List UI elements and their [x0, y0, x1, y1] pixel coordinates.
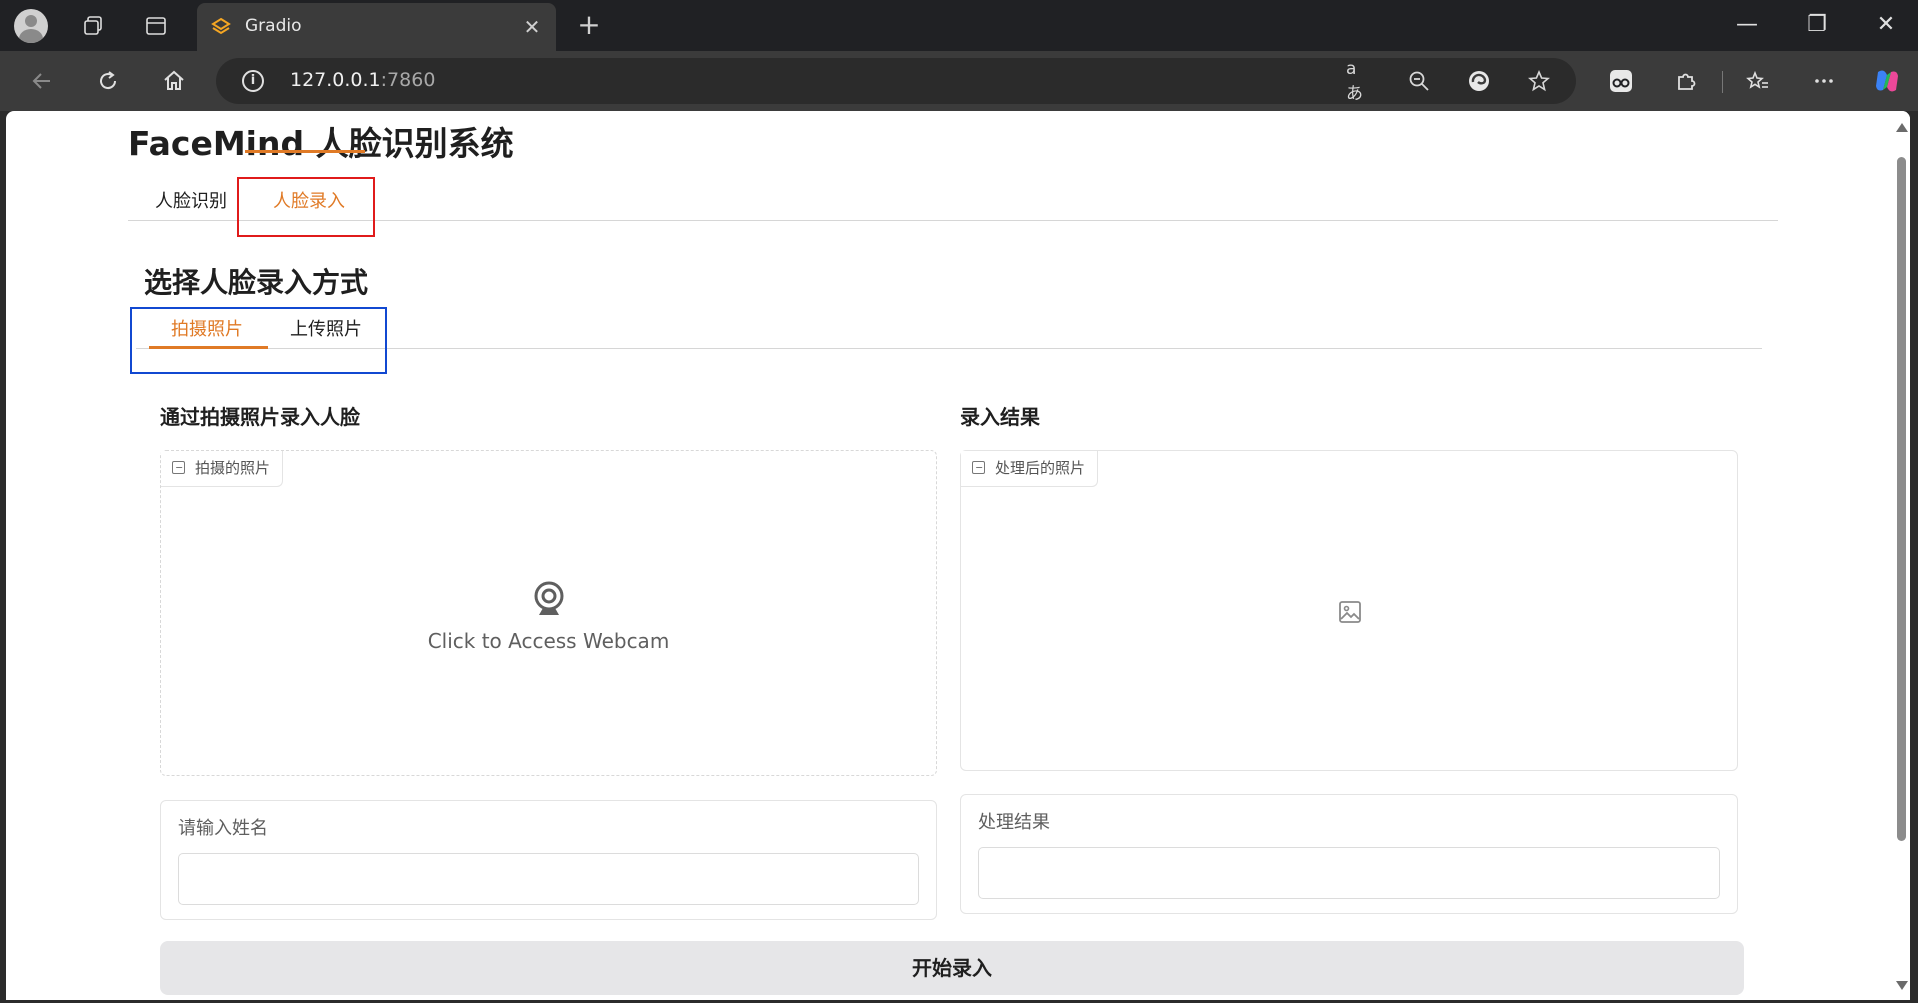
app-title: FaceMind 人脸识别系统 [128, 124, 514, 163]
copilot-icon[interactable] [1872, 66, 1902, 96]
more-options-icon[interactable] [1809, 66, 1839, 96]
captured-photo-label: 拍摄的照片 [161, 451, 284, 487]
home-icon[interactable] [156, 63, 192, 99]
tab-face-recognition[interactable]: 人脸识别 [155, 187, 227, 213]
scroll-down-arrow-icon[interactable] [1896, 981, 1908, 990]
url-text[interactable]: 127.0.0.1:7860 [290, 69, 435, 91]
close-tab-icon[interactable]: ✕ [520, 15, 544, 39]
image-icon [972, 461, 985, 474]
browser-titlebar: Gradio ✕ + — ❐ ✕ [0, 0, 1918, 51]
active-tab-indicator [245, 150, 365, 153]
annotation-red-box [237, 177, 375, 237]
tab-title: Gradio [245, 16, 302, 36]
reload-icon[interactable] [90, 63, 126, 99]
close-window-button[interactable]: ✕ [1866, 10, 1906, 40]
favorite-star-icon[interactable] [1526, 68, 1552, 94]
site-info-icon[interactable]: i [242, 70, 264, 92]
result-field-block: 处理结果 [960, 794, 1738, 914]
back-icon[interactable] [24, 63, 60, 99]
browser-tab-gradio[interactable]: Gradio ✕ [197, 3, 556, 51]
capture-column-title: 通过拍摄照片录入人脸 [160, 405, 360, 429]
image-placeholder-icon [1339, 601, 1361, 623]
address-bar[interactable]: i 127.0.0.1:7860 aあ [216, 58, 1576, 104]
scroll-up-arrow-icon[interactable] [1896, 123, 1908, 132]
webcam-capture-area[interactable]: 拍摄的照片 Click to Access Webcam [160, 450, 937, 776]
start-enroll-button[interactable]: 开始录入 [160, 941, 1744, 995]
webcam-access-prompt[interactable]: Click to Access Webcam [161, 629, 936, 653]
result-output[interactable] [978, 847, 1720, 899]
toolbar-separator [1722, 71, 1723, 93]
tab-actions-icon[interactable] [139, 9, 173, 43]
workspaces-icon[interactable] [76, 9, 110, 43]
gradio-favicon-icon [211, 17, 231, 35]
name-field-block: 请输入姓名 [160, 800, 937, 920]
minimize-button[interactable]: — [1727, 10, 1767, 40]
processed-photo-area: 处理后的照片 [960, 450, 1738, 771]
scrollbar-thumb[interactable] [1897, 157, 1906, 841]
image-icon [172, 461, 185, 474]
name-field-label: 请输入姓名 [178, 818, 268, 839]
browser-toolbar: i 127.0.0.1:7860 aあ [0, 51, 1918, 111]
main-tab-bar: 人脸识别 人脸录入 [128, 179, 1778, 221]
result-column-title: 录入结果 [960, 405, 1040, 429]
profile-avatar[interactable] [14, 9, 48, 43]
annotation-blue-box [130, 307, 387, 374]
extension-glasses-icon[interactable] [1606, 66, 1636, 96]
processed-photo-label: 处理后的照片 [961, 451, 1099, 487]
page-scrollbar[interactable] [1892, 111, 1910, 1000]
result-field-label: 处理结果 [978, 812, 1050, 833]
new-tab-button[interactable]: + [574, 10, 604, 40]
zoom-out-icon[interactable] [1406, 68, 1432, 94]
webcam-icon [534, 581, 563, 615]
extensions-puzzle-icon[interactable] [1671, 66, 1701, 96]
favorites-icon[interactable] [1743, 66, 1773, 96]
edge-icon[interactable] [1466, 68, 1492, 94]
restore-button[interactable]: ❐ [1797, 10, 1837, 40]
name-input[interactable] [178, 853, 919, 905]
enroll-section-title: 选择人脸录入方式 [144, 266, 369, 299]
read-aloud-icon[interactable]: aあ [1346, 59, 1372, 104]
page-viewport: FaceMind 人脸识别系统 人脸识别 人脸录入 选择人脸录入方式 拍摄照片 … [6, 111, 1910, 1000]
